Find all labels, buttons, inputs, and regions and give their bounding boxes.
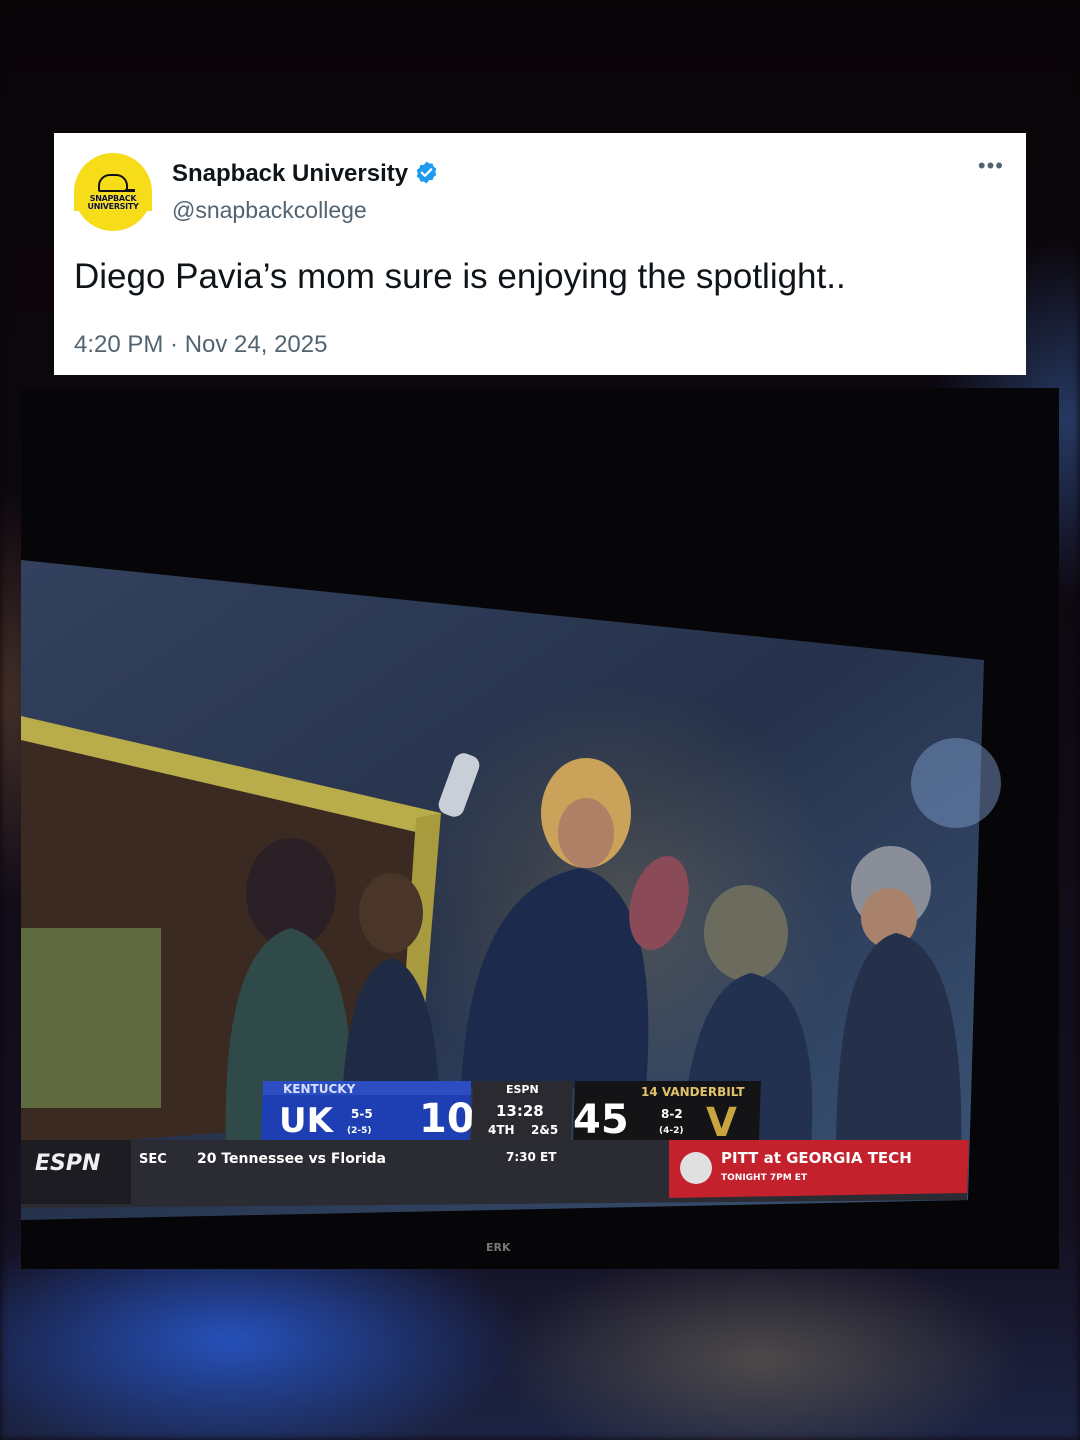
avatar[interactable]: SNAPBACK UNIVERSITY xyxy=(74,153,152,231)
game-clock: 13:28 xyxy=(496,1102,544,1120)
tv-brand: ERK xyxy=(486,1241,511,1254)
home-team-name: 14 VANDERBILT xyxy=(641,1085,745,1099)
display-name[interactable]: Snapback University xyxy=(172,160,408,188)
tweet-timestamp[interactable]: 4:20 PM · Nov 24, 2025 xyxy=(74,331,327,359)
home-team-logo: V xyxy=(706,1100,737,1146)
avatar-logo-text: SNAPBACK UNIVERSITY xyxy=(74,194,152,211)
more-options-icon[interactable]: ••• xyxy=(978,153,1004,179)
user-handle[interactable]: @snapbackcollege xyxy=(172,197,367,224)
ticker-league: SEC xyxy=(139,1152,167,1167)
promo-game: PITT at GEORGIA TECH xyxy=(721,1149,912,1167)
down-distance: 2&5 xyxy=(531,1123,558,1137)
video-player[interactable]: KENTUCKY UK 5-5 (2-5) 10 ESPN 13:28 4TH … xyxy=(21,388,1059,1269)
away-score: 10 xyxy=(419,1096,475,1142)
espn-ticker-logo: ESPN xyxy=(35,1151,100,1176)
away-team-name: KENTUCKY xyxy=(283,1082,356,1096)
ticker-time: 7:30 ET xyxy=(506,1150,557,1164)
quarter: 4TH xyxy=(488,1123,515,1137)
home-record: 8-2 xyxy=(661,1107,683,1121)
away-record: 5-5 xyxy=(351,1107,373,1121)
cap-icon xyxy=(98,173,135,192)
ticker-game: 20 Tennessee vs Florida xyxy=(197,1151,386,1167)
away-team-abbr: UK xyxy=(279,1101,335,1141)
away-conf-record: (2-5) xyxy=(347,1126,372,1136)
network-logo: ESPN xyxy=(506,1083,539,1096)
promo-time: TONIGHT 7PM ET xyxy=(721,1173,808,1183)
tv-screen-scene: KENTUCKY UK 5-5 (2-5) 10 ESPN 13:28 4TH … xyxy=(21,560,1001,1254)
tweet-card[interactable]: SNAPBACK UNIVERSITY Snapback University … xyxy=(54,133,1026,375)
home-score: 45 xyxy=(573,1097,629,1143)
home-conf-record: (4-2) xyxy=(659,1126,684,1136)
tweet-text: Diego Pavia’s mom sure is enjoying the s… xyxy=(74,257,846,296)
verified-badge-icon xyxy=(416,161,437,184)
